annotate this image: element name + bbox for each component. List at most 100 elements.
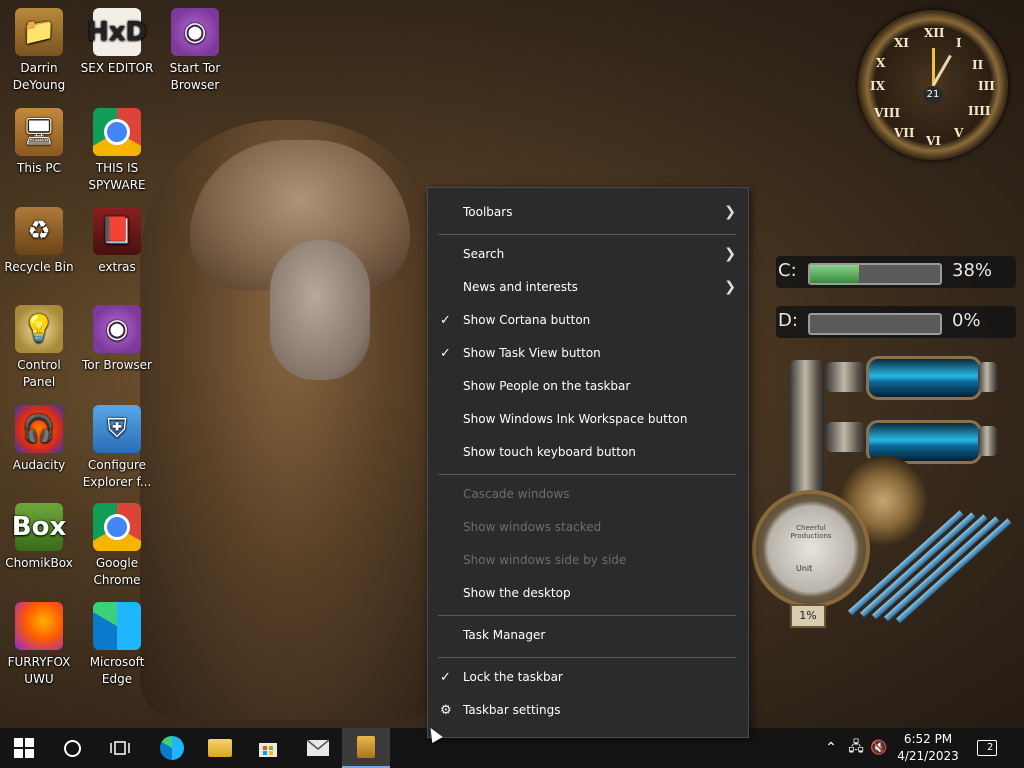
menu-item-label: Show the desktop	[463, 586, 571, 600]
desktop-icon-label: Audacity	[12, 458, 66, 472]
drive-letter: C:	[778, 260, 797, 281]
desktop-icon-label: Control Panel	[17, 358, 61, 389]
menu-item-lock-the-taskbar[interactable]: ✓ Lock the taskbar	[428, 661, 748, 694]
clock-numeral: IIII	[968, 104, 991, 118]
folder-icon: 📁	[15, 8, 63, 56]
desktop-icon-recycle-bin[interactable]: ♻ Recycle Bin	[0, 207, 78, 276]
menu-item-task-manager[interactable]: Task Manager	[428, 619, 748, 652]
menu-item-label: Show windows side by side	[463, 553, 627, 567]
taskbar-edge[interactable]	[148, 728, 196, 768]
menu-item-show-task-view-button[interactable]: ✓ Show Task View button	[428, 337, 748, 370]
task-view-button[interactable]	[96, 728, 144, 768]
store-icon	[259, 743, 277, 757]
menu-item-show-the-desktop[interactable]: Show the desktop	[428, 577, 748, 610]
desktop-icon-microsoft-edge[interactable]: Microsoft Edge	[78, 602, 156, 688]
clock-numeral: III	[978, 79, 995, 93]
desktop-icon-chomikbox[interactable]: Box ChomikBox	[0, 503, 78, 572]
clock-numeral: V	[954, 126, 964, 140]
menu-item-taskbar-settings[interactable]: ⚙ Taskbar settings	[428, 694, 748, 727]
desktop-icon-control-panel[interactable]: 💡 Control Panel	[0, 305, 78, 391]
chevron-right-icon: ❯	[724, 246, 736, 262]
control-panel-icon: 💡	[15, 305, 63, 353]
windows-logo-icon	[14, 738, 34, 758]
notification-icon: 2	[977, 740, 997, 756]
menu-item-label: Show People on the taskbar	[463, 379, 631, 393]
cortana-button[interactable]	[48, 728, 96, 768]
desktop-icon-this-pc[interactable]: 🖥 This PC	[0, 108, 78, 177]
desktop-icon-this-is-spyware[interactable]: THIS IS SPYWARE	[78, 108, 156, 194]
menu-item-label: Show Task View button	[463, 346, 601, 360]
desktop-icon-label: Recycle Bin	[4, 260, 74, 274]
taskbar-mail[interactable]	[294, 728, 342, 768]
desktop-icon-sex-editor[interactable]: HxD SEX EDITOR	[78, 8, 156, 77]
document-app-icon	[357, 736, 375, 758]
taskbar-active-app[interactable]	[342, 728, 390, 768]
clock-numeral: VII	[894, 126, 915, 140]
gear-icon: ⚙	[440, 703, 452, 718]
taskbar-file-explorer[interactable]	[196, 728, 244, 768]
menu-item-label: Show Cortana button	[463, 313, 591, 327]
task-view-icon	[110, 741, 130, 755]
desktop-icon-darrin-deyoung[interactable]: 📁 Darrin DeYoung	[0, 8, 78, 94]
menu-item-show-cortana-button[interactable]: ✓ Show Cortana button	[428, 304, 748, 337]
gauge-badge: 1%	[790, 604, 826, 628]
menu-item-label: Lock the taskbar	[463, 670, 563, 684]
chevron-right-icon: ❯	[724, 204, 736, 220]
drive-letter: D:	[778, 310, 798, 331]
drive-meter-c[interactable]: C: 38%	[776, 256, 1016, 288]
edge-icon	[160, 736, 184, 760]
desktop-icon-configure-explorer[interactable]: ⛨ Configure Explorer f...	[78, 405, 156, 491]
menu-item-search[interactable]: Search ❯	[428, 238, 748, 271]
menu-item-label: Search	[463, 247, 505, 261]
desktop-icon-tor-browser[interactable]: ◉ Tor Browser	[78, 305, 156, 374]
menu-item-toolbars[interactable]: Toolbars ❯	[428, 196, 748, 229]
menu-item-show-touch-keyboard[interactable]: Show touch keyboard button	[428, 436, 748, 469]
volume-muted-icon: 🔇	[870, 740, 888, 756]
drive-usage-bar	[808, 263, 942, 285]
desktop-icon-start-tor-browser[interactable]: ◉ Start Tor Browser	[156, 8, 234, 94]
menu-item-news-and-interests[interactable]: News and interests ❯	[428, 271, 748, 304]
taskbar-clock[interactable]: 6:52 PM 4/21/2023	[890, 731, 966, 765]
desktop-icon-furryfox[interactable]: FURRYFOX UWU	[0, 602, 78, 688]
drive-meter-d[interactable]: D: 0%	[776, 306, 1016, 338]
menu-item-label: Task Manager	[463, 628, 546, 642]
chrome-icon	[93, 108, 141, 156]
desktop-icon-google-chrome[interactable]: Google Chrome	[78, 503, 156, 589]
menu-separator	[438, 234, 736, 235]
audacity-icon: 🎧	[15, 405, 63, 453]
desktop-icon-label: extras	[98, 260, 136, 274]
clock-numeral: II	[972, 58, 984, 72]
desktop-icon-label: ChomikBox	[5, 556, 73, 570]
drive-percent: 38%	[952, 260, 993, 281]
clock-gadget[interactable]: XII I II III IIII V VI VII VIII IX X XI …	[858, 10, 1008, 160]
menu-item-show-people[interactable]: Show People on the taskbar	[428, 370, 748, 403]
drive-usage-fill	[810, 265, 860, 283]
recycle-bin-icon: ♻	[15, 207, 63, 255]
clock-numeral: X	[876, 56, 886, 70]
desktop-icon-label: Tor Browser	[81, 358, 152, 372]
volume-tray-button[interactable]: 🔇	[868, 728, 890, 768]
pipe-joint	[826, 422, 866, 452]
clock-numeral: IX	[870, 79, 885, 93]
menu-item-label: Show Windows Ink Workspace button	[463, 412, 688, 426]
tray-overflow-button[interactable]: ⌃	[822, 728, 840, 768]
desktop-icon-audacity[interactable]: 🎧 Audacity	[0, 405, 78, 474]
taskbar-context-menu: Toolbars ❯ Search ❯ News and interests ❯…	[427, 187, 749, 738]
folder-icon: 📕	[93, 207, 141, 255]
clock-date: 21	[923, 86, 943, 104]
checkmark-icon: ✓	[440, 670, 451, 685]
menu-item-label: Cascade windows	[463, 487, 570, 501]
pipe-joint	[826, 362, 866, 392]
menu-item-show-ink-workspace[interactable]: Show Windows Ink Workspace button	[428, 403, 748, 436]
desktop-icon-label: Start Tor Browser	[169, 61, 221, 92]
pressure-gauge: Cheerful Productions Unit	[752, 490, 870, 608]
menu-item-label: Toolbars	[463, 205, 513, 219]
start-button[interactable]	[0, 728, 48, 768]
gauge-unit: Unit	[796, 564, 813, 573]
taskbar-store[interactable]	[244, 728, 292, 768]
desktop-icon-extras[interactable]: 📕 extras	[78, 207, 156, 276]
cortana-circle-icon	[63, 739, 81, 757]
action-center-button[interactable]: 2	[972, 728, 1002, 768]
network-tray-button[interactable]: 🖧	[844, 728, 868, 768]
taskbar-date: 4/21/2023	[897, 749, 959, 763]
